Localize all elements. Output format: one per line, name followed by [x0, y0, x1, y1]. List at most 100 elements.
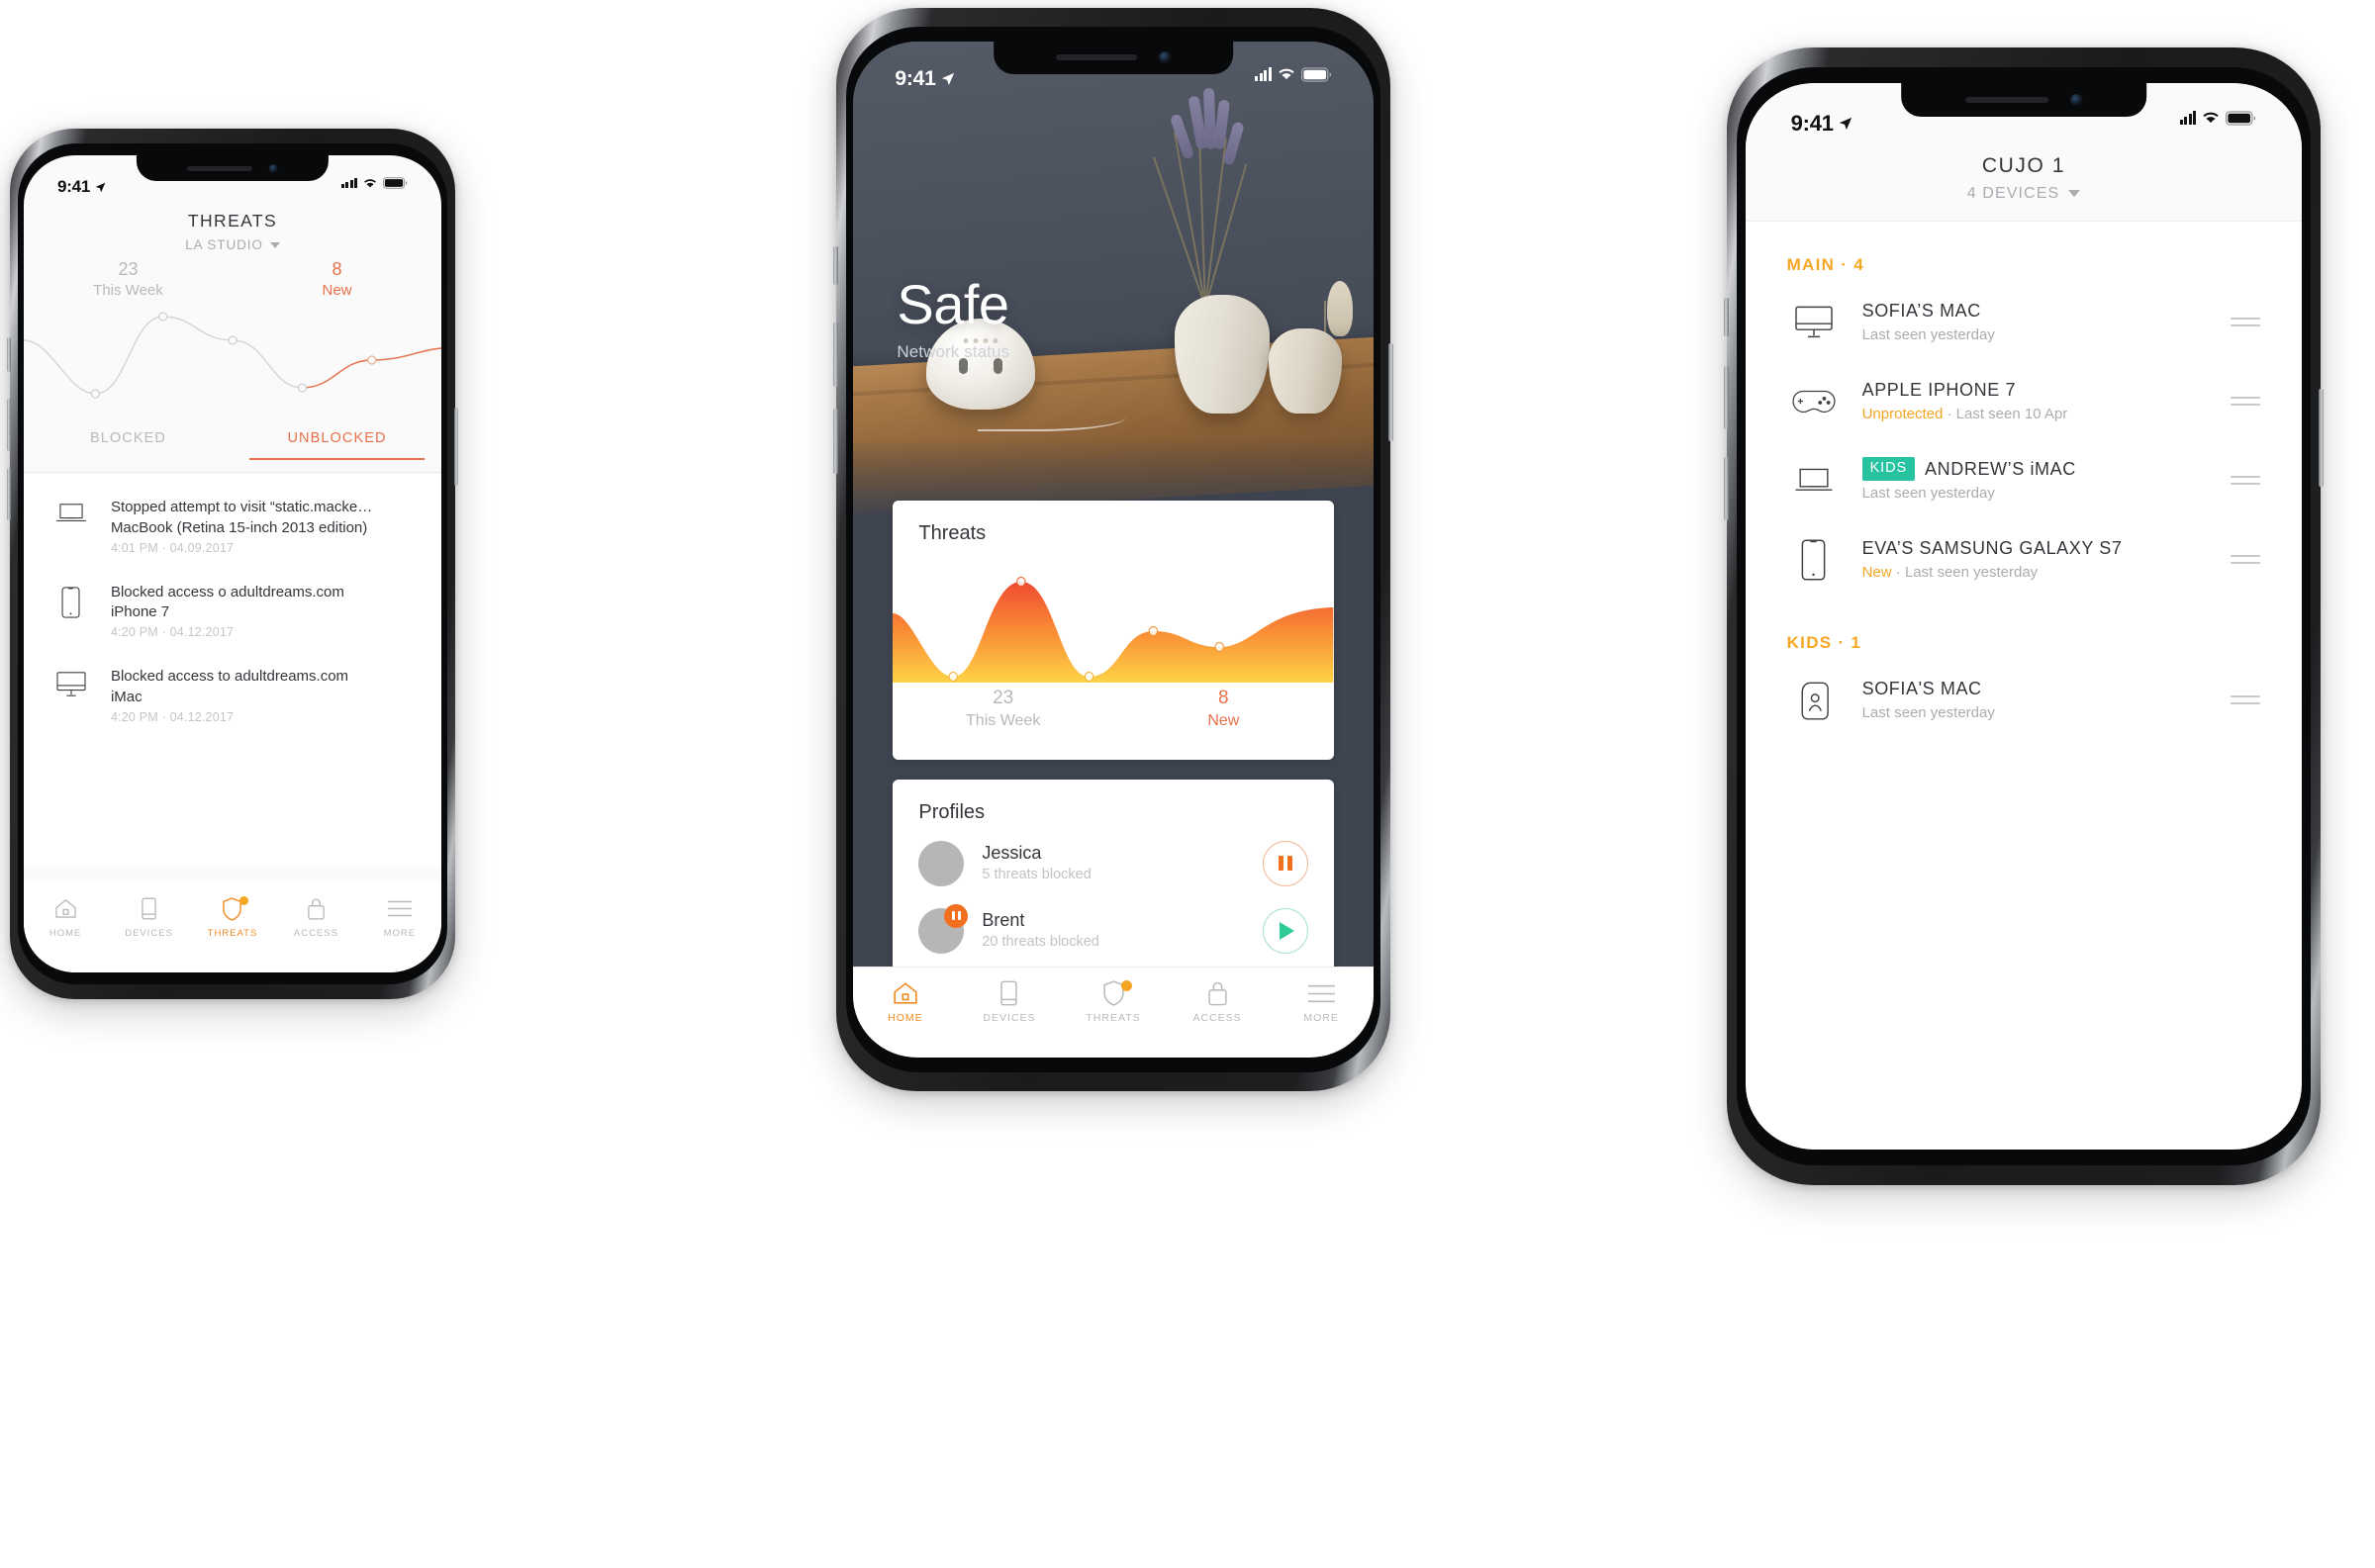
- threat-device: MacBook (Retina 15-inch 2013 edition): [110, 518, 368, 536]
- status-time: 9:41: [57, 177, 106, 197]
- volume-down-button[interactable]: [1724, 457, 1729, 521]
- tab-access[interactable]: ACCESS: [1166, 981, 1270, 1024]
- macbook-icon: [49, 498, 93, 555]
- device-row[interactable]: EVA’S SAMSUNG GALAXY S7 New · Last seen …: [1746, 520, 2303, 600]
- profile-subtitle: 20 threats blocked: [982, 933, 1099, 950]
- iphone-icon: [1787, 539, 1841, 581]
- devices-icon: [1000, 980, 1018, 1006]
- profile-row[interactable]: Jessica 5 threats blocked: [893, 830, 1333, 897]
- device-status: · Last seen 10 Apr: [1943, 405, 2068, 422]
- device-status: Last seen yesterday: [1861, 325, 1995, 343]
- battery-icon: [383, 177, 408, 190]
- tab-home[interactable]: HOME: [853, 981, 957, 1024]
- notch: [136, 155, 330, 182]
- devices-icon: [142, 897, 156, 921]
- tab-more[interactable]: MORE: [358, 897, 441, 939]
- device-name: EVA’S SAMSUNG GALAXY S7: [1861, 537, 2123, 558]
- hero-text: Safe Network status: [897, 276, 1009, 362]
- device-row[interactable]: SOFIA’S MAC Last seen yesterday: [1746, 283, 2303, 362]
- page-title: CUJO 1: [1981, 153, 2066, 177]
- device-status: Last seen yesterday: [1861, 704, 1995, 722]
- tab-threats[interactable]: THREATS: [191, 895, 274, 939]
- power-button[interactable]: [1388, 343, 1393, 441]
- kids-tag: KIDS: [1861, 457, 1916, 481]
- phone-left-screen: 9:41 THREATS LA STUDIO 23 This Week 8 Ne…: [23, 155, 442, 972]
- divider: [23, 472, 442, 474]
- volume-up-button[interactable]: [1724, 366, 1729, 430]
- threat-time: 4:01 PM · 04.09.2017: [110, 540, 235, 555]
- earpiece-speaker: [1056, 54, 1138, 61]
- mute-switch[interactable]: [1724, 298, 1729, 337]
- device-row[interactable]: SOFIA'S MAC Last seen yesterday: [1746, 661, 2303, 740]
- volume-down-button[interactable]: [833, 409, 838, 474]
- chevron-down-icon: [2068, 190, 2081, 198]
- tab-bar-left: HOME DEVICES THREATS ACCESS MORE: [23, 880, 442, 972]
- stat-new: 8 New: [1207, 688, 1240, 730]
- threat-title: Stopped attempt to visit “static.macke…: [110, 499, 373, 516]
- phone-right: CUJO 1 4 DEVICES 9:41 MAIN · 4 SOFIA’S M…: [1724, 47, 2324, 1185]
- volume-up-button[interactable]: [7, 398, 11, 451]
- phone-center: 9:41 Safe Network status Threats 23 This…: [833, 8, 1393, 1091]
- device-list[interactable]: MAIN · 4 SOFIA’S MAC Last seen yesterday: [1746, 222, 2303, 1151]
- front-camera: [1158, 51, 1171, 64]
- gamepad-icon: [1787, 387, 1841, 416]
- tab-home[interactable]: HOME: [24, 897, 107, 939]
- page-title: THREATS: [187, 211, 278, 231]
- device-count-selector[interactable]: 4 DEVICES: [1967, 185, 2081, 203]
- tab-unblocked[interactable]: UNBLOCKED: [233, 430, 441, 461]
- signal-icon: [340, 178, 358, 189]
- device-name: ANDREW’S iMAC: [1925, 458, 2076, 479]
- threats-card[interactable]: Threats 23 This Week 8 New: [893, 500, 1334, 760]
- lock-icon: [1207, 981, 1228, 1006]
- notification-badge: [239, 895, 249, 905]
- tab-blocked[interactable]: BLOCKED: [24, 430, 233, 460]
- drag-handle-icon[interactable]: [2231, 397, 2261, 407]
- threats-header: THREATS LA STUDIO: [24, 211, 441, 254]
- hamburger-icon: [1307, 981, 1335, 1005]
- drag-handle-icon[interactable]: [2231, 695, 2261, 705]
- profile-row[interactable]: Brent 20 threats blocked: [893, 897, 1333, 965]
- shield-icon: [1102, 980, 1132, 1006]
- drag-handle-icon[interactable]: [2231, 318, 2261, 327]
- volume-up-button[interactable]: [833, 322, 838, 388]
- pause-button[interactable]: [1262, 840, 1308, 886]
- profiles-card[interactable]: Profiles Jessica 5 threats blocked Brent: [893, 779, 1334, 991]
- hamburger-icon: [387, 897, 412, 921]
- tab-access[interactable]: ACCESS: [274, 897, 357, 939]
- threat-list[interactable]: Stopped attempt to visit “static.macke… …: [23, 474, 442, 866]
- drag-handle-icon[interactable]: [2231, 476, 2261, 486]
- mute-switch[interactable]: [833, 245, 838, 286]
- iphone-icon: [49, 583, 93, 640]
- list-item[interactable]: Stopped attempt to visit “static.macke… …: [24, 484, 441, 569]
- tab-threats[interactable]: THREATS: [1061, 980, 1165, 1024]
- card-title: Threats: [918, 521, 987, 544]
- kid-phone-icon: [1787, 681, 1841, 720]
- home-icon: [54, 897, 77, 921]
- volume-down-button[interactable]: [7, 468, 11, 520]
- phone-right-screen: CUJO 1 4 DEVICES 9:41 MAIN · 4 SOFIA’S M…: [1745, 82, 2303, 1151]
- device-count: 4 DEVICES: [1966, 184, 2060, 202]
- earpiece-speaker: [1964, 96, 2048, 103]
- drag-handle-icon[interactable]: [2231, 555, 2261, 565]
- stat-new: 8 New: [322, 259, 352, 299]
- tab-devices[interactable]: DEVICES: [957, 980, 1061, 1024]
- tab-devices[interactable]: DEVICES: [107, 897, 190, 939]
- device-name: SOFIA'S MAC: [1861, 678, 1982, 698]
- power-button[interactable]: [454, 407, 458, 486]
- wifi-icon: [363, 178, 377, 189]
- power-button[interactable]: [2319, 389, 2324, 487]
- threat-filter-tabs: BLOCKED UNBLOCKED: [24, 430, 441, 461]
- threat-device: iPhone 7: [110, 603, 170, 621]
- mute-switch[interactable]: [7, 337, 11, 373]
- device-row[interactable]: APPLE IPHONE 7 Unprotected · Last seen 1…: [1746, 362, 2303, 441]
- play-button[interactable]: [1262, 907, 1308, 954]
- network-name: LA STUDIO: [185, 237, 263, 253]
- list-item[interactable]: Blocked access to adultdreams.com iMac 4…: [24, 653, 441, 738]
- threat-time: 4:20 PM · 04.12.2017: [110, 625, 235, 640]
- tab-more[interactable]: MORE: [1270, 981, 1374, 1024]
- list-item[interactable]: Blocked access o adultdreams.com iPhone …: [24, 569, 441, 654]
- device-row[interactable]: KIDS ANDREW’S iMAC Last seen yesterday: [1746, 441, 2303, 520]
- location-arrow-icon: [95, 182, 106, 193]
- network-selector[interactable]: LA STUDIO: [185, 237, 280, 252]
- device-warning: New: [1861, 564, 1892, 582]
